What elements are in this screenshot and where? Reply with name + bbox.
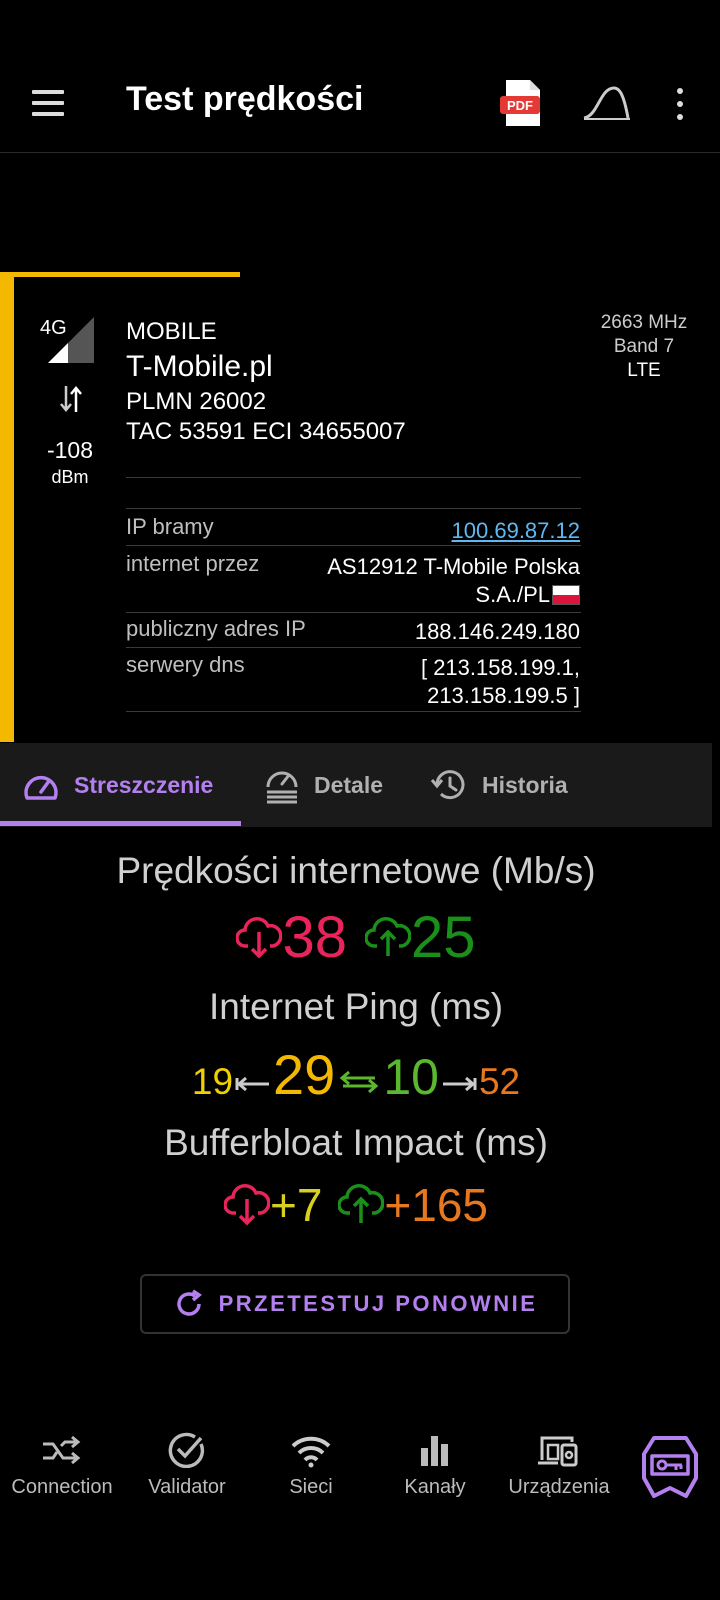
cloud-upload-icon <box>365 916 411 956</box>
isp-label: internet przez <box>126 551 260 576</box>
ping-title: Internet Ping (ms) <box>208 986 504 1027</box>
speedometer-icon <box>24 775 58 800</box>
public-ip-label: publiczny adres IP <box>126 616 306 641</box>
ping-min: 19 <box>191 1061 234 1102</box>
nav-channels-label: Kanały <box>404 1476 466 1498</box>
divider <box>126 477 581 478</box>
app-bar: Test prędkości PDF <box>0 0 720 153</box>
nav-connection-label: Connection <box>11 1476 113 1498</box>
tab-history[interactable]: Historia <box>430 743 568 827</box>
signal-curve-icon[interactable] <box>582 82 632 122</box>
tab-details[interactable]: Detale <box>264 743 383 827</box>
dns-line2: 213.158.199.5 ] <box>427 683 580 708</box>
arrows-both-icon <box>340 1070 379 1094</box>
cloud-download-icon <box>223 1184 270 1226</box>
tac-eci-info: TAC 53591 ECI 34655007 <box>126 418 406 445</box>
divider <box>126 647 581 648</box>
ping-median: 29 <box>273 1043 336 1106</box>
download-value: 38 <box>282 905 347 970</box>
nav-channels[interactable]: Kanały <box>373 1432 497 1499</box>
ping-max: 52 <box>478 1061 521 1102</box>
tab-details-label: Detale <box>314 771 384 798</box>
signal-value: -108 <box>46 437 94 463</box>
tab-summary[interactable]: Streszczenie <box>22 743 213 827</box>
menu-icon[interactable] <box>30 88 66 118</box>
tab-summary-label: Streszczenie <box>74 771 214 798</box>
dns-line1: [ 213.158.199.1, <box>420 655 580 680</box>
pdf-icon[interactable]: PDF <box>500 78 546 128</box>
gateway-ip-link[interactable]: 100.69.87.12 <box>452 518 580 544</box>
ping-values: 19 29 10 52 <box>0 1042 712 1107</box>
nav-networks-label: Sieci <box>289 1476 333 1498</box>
nav-validator-label: Validator <box>148 1476 226 1498</box>
page-title: Test prędkości <box>126 80 364 118</box>
connection-icon <box>43 1435 81 1465</box>
signal-strength-icon <box>46 315 96 365</box>
retest-button-label: PRZETESTUJ PONOWNIE <box>218 1291 538 1316</box>
arrow-left-bar-icon <box>235 1076 270 1092</box>
divider <box>126 612 581 613</box>
band-value: Band 7 <box>613 336 675 357</box>
tab-bar: Streszczenie Detale Historia <box>0 743 712 827</box>
active-tab-indicator <box>0 821 241 826</box>
isp-line1: AS12912 T-Mobile Polska <box>327 554 580 579</box>
frequency-value: 2663 MHz <box>600 312 688 333</box>
nav-connection[interactable]: Connection <box>0 1432 124 1499</box>
tab-history-label: Historia <box>482 771 568 798</box>
nav-devices-label: Urządzenia <box>508 1476 610 1498</box>
signal-unit: dBm <box>51 467 89 487</box>
arrow-right-bar-icon <box>442 1076 477 1092</box>
poland-flag-icon <box>552 585 580 605</box>
plmn-info: PLMN 26002 <box>126 388 267 415</box>
validator-check-icon <box>168 1432 205 1468</box>
cloud-download-icon <box>236 916 283 958</box>
history-icon <box>430 770 465 800</box>
frequency-info: 2663 MHz Band 7 LTE <box>580 311 708 383</box>
isp-line2-row: S.A./PL <box>475 582 580 608</box>
divider <box>126 545 581 546</box>
divider <box>126 711 581 712</box>
devices-icon <box>538 1436 578 1467</box>
nav-validator[interactable]: Validator <box>125 1432 249 1499</box>
pdf-badge-text: PDF <box>507 98 533 113</box>
divider <box>126 508 581 509</box>
gauge-details-icon <box>266 771 298 804</box>
speed-values: 38 25 <box>0 904 712 971</box>
card-accent-top <box>0 272 240 277</box>
dns-label: serwery dns <box>126 652 245 677</box>
bufferbloat-upload: +165 <box>384 1179 489 1231</box>
bufferbloat-download: +7 <box>269 1179 323 1231</box>
speed-title: Prędkości internetowe (Mb/s) <box>116 850 596 891</box>
card-accent-left <box>0 272 14 742</box>
cloud-upload-icon <box>338 1184 385 1223</box>
public-ip-value: 188.146.249.180 <box>414 619 580 644</box>
nav-networks[interactable]: Sieci <box>249 1432 373 1499</box>
premium-badge-icon[interactable] <box>640 1434 700 1505</box>
ping-jitter: 10 <box>383 1049 439 1105</box>
bufferbloat-values: +7 +165 <box>0 1178 712 1232</box>
bar-chart-icon <box>421 1436 448 1466</box>
refresh-icon <box>176 1289 202 1316</box>
upload-value: 25 <box>411 905 476 970</box>
nav-devices[interactable]: Urządzenia <box>497 1432 621 1499</box>
wifi-icon <box>291 1436 331 1468</box>
more-vert-icon[interactable] <box>670 84 690 124</box>
isp-line2: S.A./PL <box>475 582 550 607</box>
bufferbloat-title: Bufferbloat Impact (ms) <box>164 1122 548 1163</box>
operator-name: T-Mobile.pl <box>126 350 273 383</box>
gateway-label: IP bramy <box>126 514 214 539</box>
connection-type: MOBILE <box>126 318 217 345</box>
technology-value: LTE <box>627 360 661 381</box>
retest-button[interactable]: PRZETESTUJ PONOWNIE <box>140 1274 570 1334</box>
data-transfer-icon <box>58 382 84 416</box>
